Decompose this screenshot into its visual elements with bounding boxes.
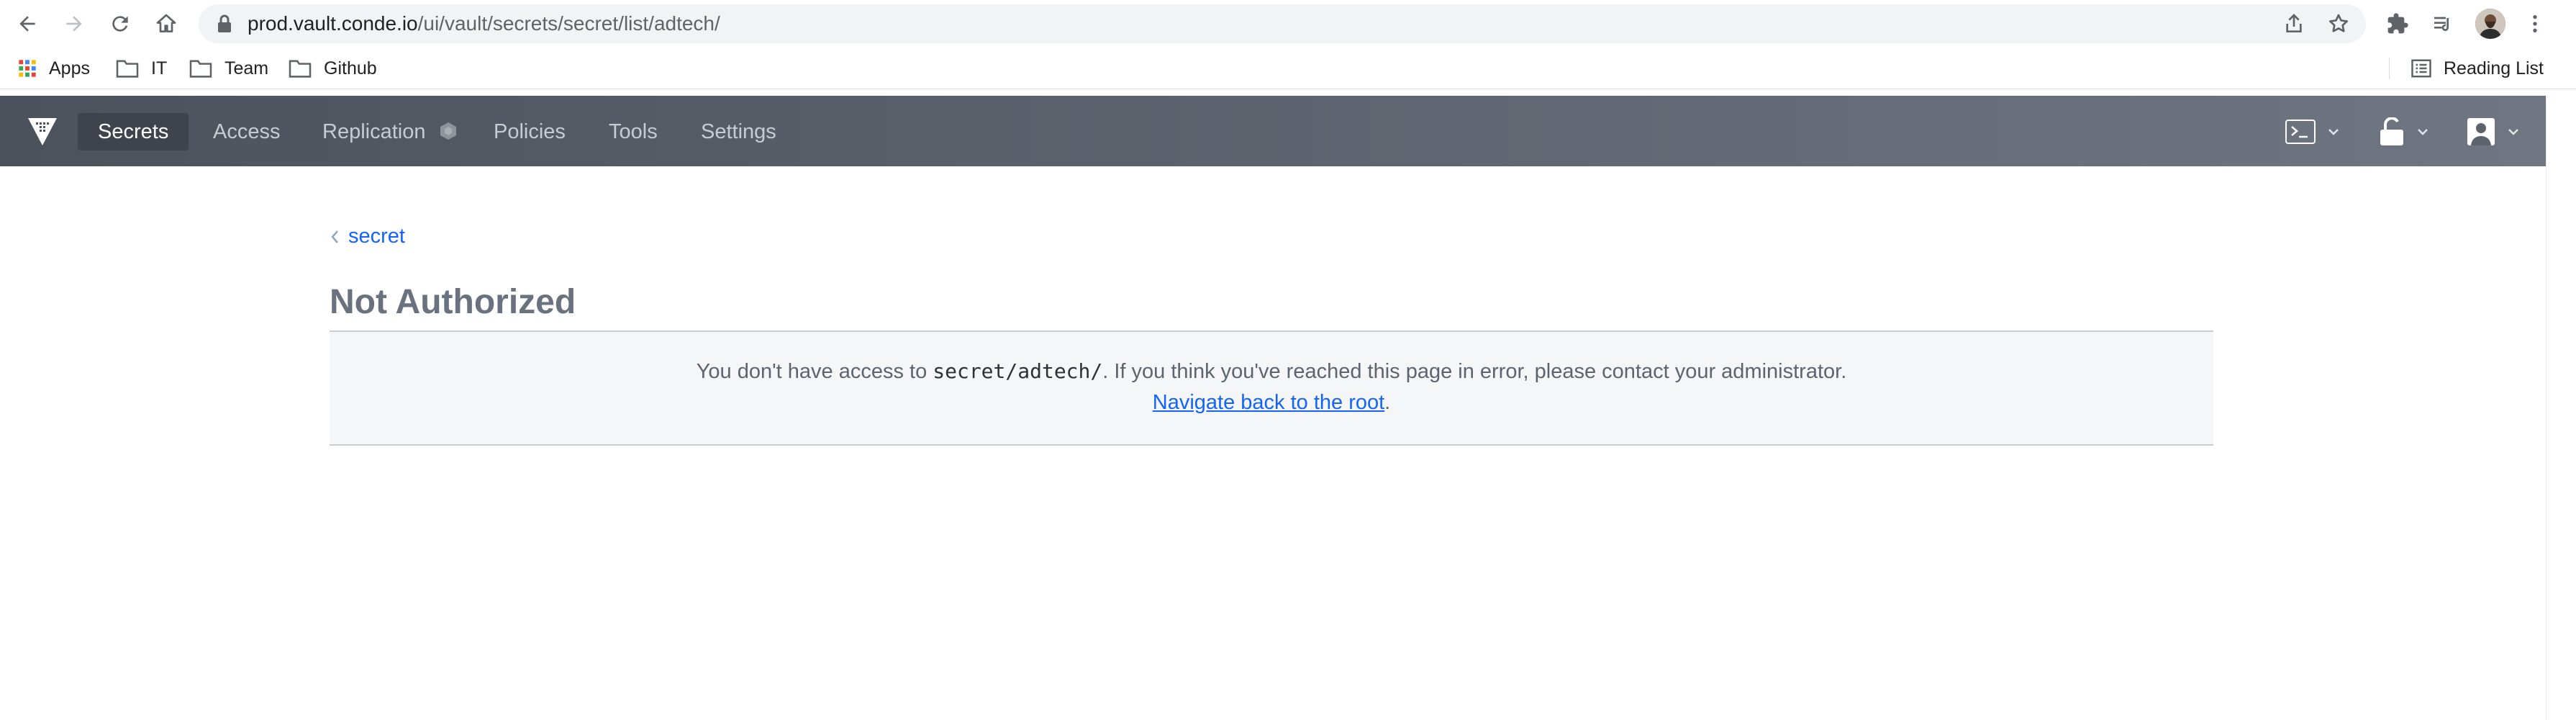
back-arrow-icon [19,16,35,32]
forward-button[interactable] [57,6,91,41]
bookmark-label: Team [225,58,269,78]
home-icon [156,14,176,32]
browser-toolbar: prod.vault.conde.io/ui/vault/secrets/sec… [0,0,2576,48]
bookmark-label: Github [324,58,377,78]
folder-icon [189,58,213,78]
seal-status-button[interactable] [2379,113,2429,150]
nav-replication-label: Replication [322,120,426,143]
lock-icon [218,14,231,32]
unlock-icon [2380,117,2403,145]
page-title: Not Authorized [330,283,576,321]
nav-secrets[interactable]: Secrets [78,113,189,150]
vault-logo-icon[interactable] [27,115,58,147]
back-button[interactable] [10,6,45,41]
message-prefix: You don't have access to [696,360,933,383]
url-host: prod.vault.conde.io [248,12,418,35]
message-path: secret/adtech/ [933,359,1103,383]
reload-button[interactable] [103,6,137,41]
apps-grid-icon [17,58,37,78]
vault-nav-bar: Secrets Access Replication Policies Tool… [0,96,2546,166]
nav-tools[interactable]: Tools [589,113,678,150]
user-menu-button[interactable] [2467,113,2520,150]
enterprise-hexagon-icon [440,122,456,140]
extensions-button[interactable] [2383,9,2412,38]
message-suffix: . If you think you've reached this page … [1102,360,1847,383]
bookmarks-divider [2389,58,2390,79]
nav-access[interactable]: Access [193,113,300,150]
browser-menu-button[interactable] [2521,9,2549,38]
nav-policies[interactable]: Policies [473,113,586,150]
reading-list-label: Reading List [2444,58,2544,78]
console-menu-button[interactable] [2285,113,2340,150]
reload-icon [112,16,128,32]
page-scrollbar[interactable] [2546,96,2576,720]
address-bar[interactable]: prod.vault.conde.io/ui/vault/secrets/sec… [199,4,2366,43]
nav-replication[interactable]: Replication [302,113,478,150]
not-authorized-message: You don't have access to secret/adtech/.… [330,330,2213,446]
chevron-down-icon [2418,129,2428,135]
bookmark-github[interactable]: Github [288,48,377,89]
chevron-down-icon [2328,129,2339,135]
terminal-icon [2285,120,2316,144]
url-text: prod.vault.conde.io/ui/vault/secrets/sec… [248,4,720,43]
url-path: /ui/vault/secrets/secret/list/adtech/ [417,12,720,35]
bookmark-team[interactable]: Team [189,48,268,89]
reading-list-icon [2411,58,2432,78]
home-button[interactable] [149,6,183,41]
navigate-root-link[interactable]: Navigate back to the root [1153,391,1384,414]
chevron-left-icon [330,228,340,246]
bookmark-star-icon[interactable] [2327,12,2350,35]
puzzle-icon [2387,13,2408,34]
message-link-line: Navigate back to the root. [330,391,2213,415]
bookmark-label: Apps [49,58,90,78]
bookmark-apps[interactable]: Apps [17,48,90,89]
folder-icon [288,58,312,78]
bookmark-it[interactable]: IT [115,48,167,89]
share-icon[interactable] [2282,12,2305,35]
profile-avatar[interactable] [2475,9,2505,39]
user-photo-icon [2475,9,2505,39]
reading-list-button[interactable]: Reading List [2411,48,2544,89]
folder-icon [115,58,140,78]
media-controls-button[interactable] [2428,9,2457,38]
kebab-menu-icon [2533,15,2537,32]
playlist-icon [2434,17,2449,31]
bookmark-label: IT [151,58,168,78]
bookmarks-bar: Apps IT Team Github Reading List [0,48,2576,89]
chevron-down-icon [2508,129,2518,135]
message-text: You don't have access to secret/adtech/.… [330,359,2213,384]
link-suffix: . [1384,391,1391,414]
breadcrumb-link[interactable]: secret [348,225,405,248]
breadcrumb[interactable]: secret [330,225,405,248]
forward-arrow-icon [66,16,82,32]
nav-settings[interactable]: Settings [681,113,797,150]
user-icon [2467,118,2495,145]
